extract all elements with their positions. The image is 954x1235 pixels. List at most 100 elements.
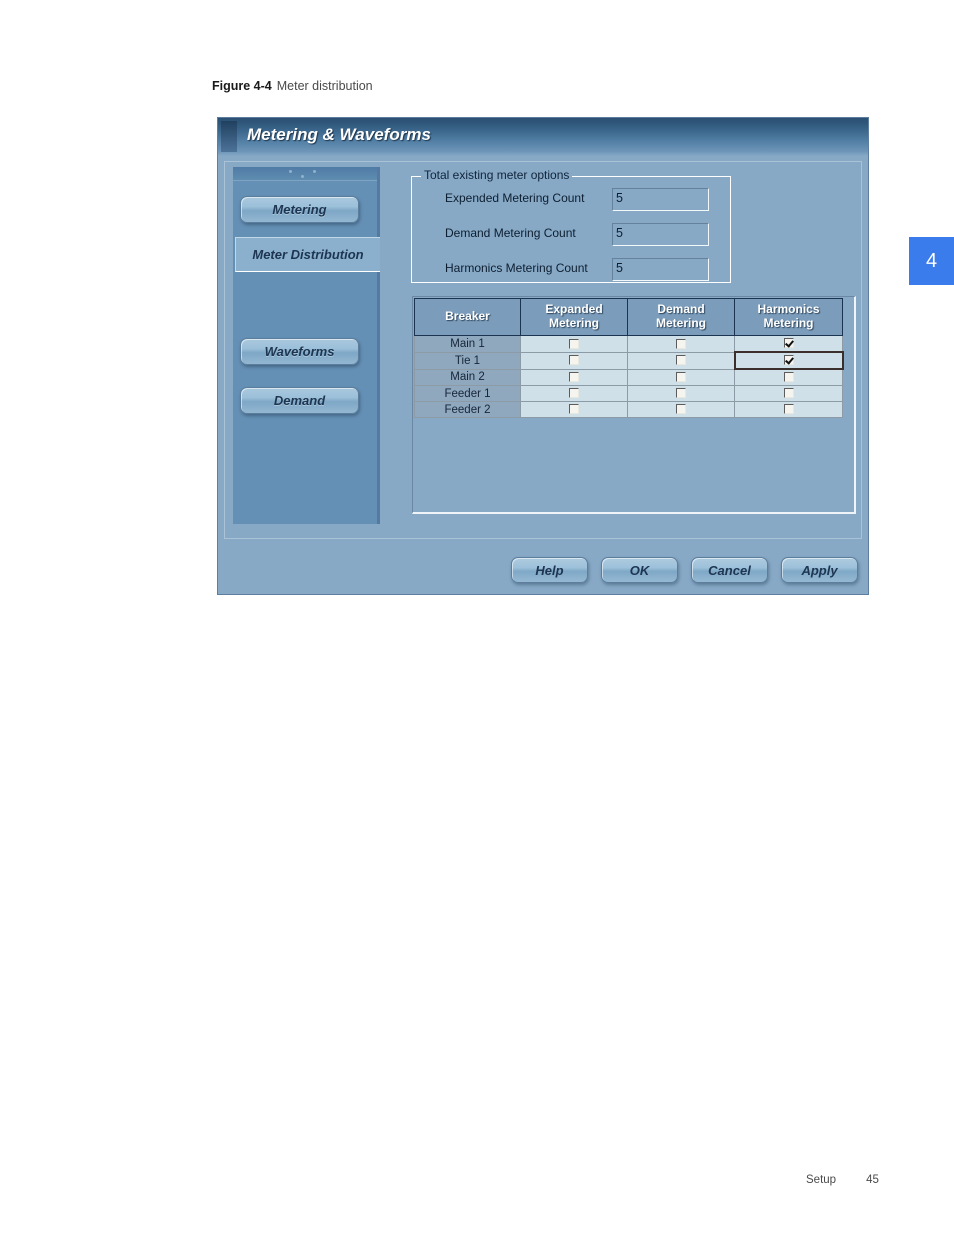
checkbox-unchecked-icon[interactable]	[676, 372, 686, 383]
cell-expanded-metering[interactable]	[520, 335, 628, 353]
cell-demand-metering[interactable]	[627, 368, 735, 386]
total-existing-meter-options-group: Total existing meter options Expended Me…	[411, 168, 731, 284]
main-content-pane: Total existing meter options Expended Me…	[388, 167, 858, 524]
checkbox-unchecked-icon[interactable]	[569, 355, 579, 366]
dialog-title: Metering & Waveforms	[247, 125, 431, 144]
expended-metering-count-label: Expended Metering Count	[445, 191, 585, 205]
dialog-button-bar: Help OK Cancel Apply	[218, 545, 868, 595]
checkbox-unchecked-icon[interactable]	[783, 388, 794, 399]
group-legend: Total existing meter options	[421, 168, 573, 182]
sidebar-item-label: Waveforms	[264, 344, 335, 359]
apply-button-label: Apply	[801, 562, 838, 578]
cell-harmonics-metering[interactable]	[734, 401, 843, 418]
cell-harmonics-metering[interactable]	[734, 368, 843, 386]
demand-metering-count-field[interactable]: 5	[612, 223, 709, 246]
table-row[interactable]: Main 2	[414, 368, 843, 386]
figure-caption: Figure 4-4 Meter distribution	[212, 79, 373, 93]
sidebar-cap	[233, 167, 377, 181]
table-header-row: Breaker Expanded Metering Demand Meterin…	[414, 298, 843, 336]
cell-expanded-metering[interactable]	[520, 401, 628, 418]
column-header-line1: Demand	[657, 302, 705, 317]
sidebar-item-label: Demand	[273, 393, 326, 408]
sidebar-dot-icon	[313, 170, 316, 173]
demand-metering-count-label: Demand Metering Count	[445, 226, 576, 240]
checkbox-unchecked-icon[interactable]	[569, 338, 579, 349]
harmonics-metering-count-field[interactable]: 5	[612, 258, 709, 281]
ok-button[interactable]: OK	[601, 557, 678, 583]
expended-metering-count-row: Expended Metering Count 5	[412, 188, 730, 214]
column-header-line1: Harmonics	[757, 302, 820, 317]
sidebar-item-demand[interactable]: Demand	[240, 387, 359, 414]
table-body: Main 1 Tie 1 Main 2 Feeder 1 Feeder 2	[414, 335, 844, 418]
table-row[interactable]: Feeder 1	[414, 385, 843, 402]
sidebar-dot-icon	[289, 170, 292, 173]
dialog-titlebar: Metering & Waveforms	[218, 118, 868, 156]
sidebar-item-waveforms[interactable]: Waveforms	[240, 338, 359, 365]
expended-metering-count-field[interactable]: 5	[612, 188, 709, 211]
checkbox-unchecked-icon[interactable]	[569, 372, 579, 383]
table-row[interactable]: Tie 1	[414, 351, 844, 370]
apply-button[interactable]: Apply	[781, 557, 858, 583]
column-header-line2: Metering	[655, 316, 706, 330]
checkbox-checked-icon[interactable]	[783, 338, 794, 349]
footer-page-number: 45	[866, 1174, 879, 1186]
cell-demand-metering[interactable]	[627, 351, 735, 370]
checkbox-unchecked-icon[interactable]	[676, 338, 686, 349]
sidebar-item-label: Metering	[272, 202, 327, 217]
cell-demand-metering[interactable]	[627, 385, 735, 402]
figure-caption-text: Meter distribution	[276, 79, 373, 93]
cell-breaker-name[interactable]: Feeder 2	[414, 401, 521, 418]
ok-button-label: OK	[629, 562, 650, 578]
page-footer: Setup 45	[806, 1174, 879, 1186]
column-header-line1: Breaker	[445, 309, 490, 324]
sidebar-dot-icon	[301, 175, 304, 178]
cancel-button-label: Cancel	[708, 562, 751, 578]
footer-section: Setup	[806, 1174, 837, 1186]
column-header-line2: Metering	[763, 316, 814, 330]
sidebar: Metering Meter Distribution Waveforms De…	[233, 167, 380, 524]
meter-distribution-table-panel: Breaker Expanded Metering Demand Meterin…	[412, 296, 856, 514]
chapter-tab-number: 4	[925, 249, 938, 272]
cell-breaker-name[interactable]: Tie 1	[414, 351, 521, 370]
cell-harmonics-metering[interactable]	[734, 335, 843, 353]
cancel-button[interactable]: Cancel	[691, 557, 768, 583]
harmonics-metering-count-row: Harmonics Metering Count 5	[412, 258, 730, 284]
table-row[interactable]: Main 1	[414, 335, 843, 353]
table-row[interactable]: Feeder 2	[414, 401, 843, 418]
checkbox-checked-icon[interactable]	[783, 355, 794, 366]
checkbox-unchecked-icon[interactable]	[783, 372, 794, 383]
checkbox-unchecked-icon[interactable]	[676, 404, 686, 415]
cell-expanded-metering[interactable]	[520, 351, 628, 370]
checkbox-unchecked-icon[interactable]	[569, 404, 579, 415]
cell-demand-metering[interactable]	[627, 401, 735, 418]
column-header-line1: Expanded	[545, 302, 603, 317]
help-button[interactable]: Help	[511, 557, 588, 583]
chapter-tab: 4	[909, 237, 954, 285]
cell-expanded-metering[interactable]	[520, 368, 628, 386]
column-header-expanded-metering[interactable]: Expanded Metering	[520, 298, 628, 336]
cell-harmonics-metering[interactable]	[733, 351, 844, 370]
figure-number: Figure 4-4	[212, 79, 272, 93]
cell-harmonics-metering[interactable]	[734, 385, 843, 402]
sidebar-item-metering[interactable]: Metering	[240, 196, 359, 223]
cell-breaker-name[interactable]: Main 1	[414, 335, 521, 353]
metering-waveforms-dialog: Metering & Waveforms Metering Meter Dist…	[217, 117, 869, 595]
meter-distribution-table: Breaker Expanded Metering Demand Meterin…	[414, 298, 844, 418]
cell-expanded-metering[interactable]	[520, 385, 628, 402]
harmonics-metering-count-label: Harmonics Metering Count	[445, 261, 588, 275]
checkbox-unchecked-icon[interactable]	[676, 388, 686, 399]
cell-demand-metering[interactable]	[627, 335, 735, 353]
column-header-line2: Metering	[548, 316, 599, 330]
column-header-breaker[interactable]: Breaker	[414, 298, 521, 336]
demand-metering-count-row: Demand Metering Count 5	[412, 223, 730, 249]
cell-breaker-name[interactable]: Main 2	[414, 368, 521, 386]
checkbox-unchecked-icon[interactable]	[783, 404, 794, 415]
checkbox-unchecked-icon[interactable]	[675, 355, 686, 366]
checkbox-unchecked-icon[interactable]	[569, 388, 579, 399]
sidebar-item-label: Meter Distribution	[252, 247, 364, 262]
column-header-harmonics-metering[interactable]: Harmonics Metering	[734, 298, 843, 336]
sidebar-item-meter-distribution[interactable]: Meter Distribution	[235, 237, 380, 272]
titlebar-accent-block	[221, 121, 237, 152]
cell-breaker-name[interactable]: Feeder 1	[414, 385, 521, 402]
column-header-demand-metering[interactable]: Demand Metering	[627, 298, 735, 336]
